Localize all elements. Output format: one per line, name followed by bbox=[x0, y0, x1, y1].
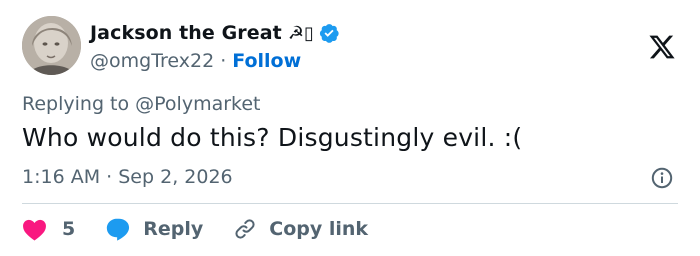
speech-bubble-icon bbox=[107, 218, 130, 241]
reply-button[interactable]: Reply bbox=[105, 217, 203, 241]
tweet-time: 1:16 AM bbox=[22, 166, 101, 188]
replying-to[interactable]: Replying to @Polymarket bbox=[22, 93, 261, 115]
info-icon[interactable] bbox=[650, 166, 674, 190]
author-identity: Jackson the Great ☭▯ @omgTrex22 · Follow bbox=[90, 20, 340, 75]
copy-link-label: Copy link bbox=[269, 218, 369, 240]
tweet-date: Sep 2, 2026 bbox=[118, 166, 233, 188]
like-button[interactable]: 5 bbox=[22, 218, 75, 241]
x-logo-icon[interactable] bbox=[648, 33, 676, 61]
name-emoji: ☭▯ bbox=[287, 22, 314, 44]
action-bar: 5 Reply Copy link bbox=[22, 212, 368, 246]
follow-button[interactable]: Follow bbox=[232, 50, 301, 72]
heart-icon bbox=[23, 219, 46, 241]
copy-link-button[interactable]: Copy link bbox=[233, 217, 368, 241]
timestamp-separator: · bbox=[106, 166, 113, 188]
avatar-portrait-icon bbox=[22, 16, 81, 75]
tweet-header: Jackson the Great ☭▯ @omgTrex22 · Follow bbox=[22, 16, 700, 76]
reply-label: Reply bbox=[143, 218, 204, 240]
avatar[interactable] bbox=[22, 16, 81, 75]
handle-separator: · bbox=[220, 50, 227, 72]
link-icon bbox=[235, 219, 255, 239]
like-count: 5 bbox=[62, 218, 76, 240]
handle[interactable]: @omgTrex22 bbox=[90, 50, 214, 72]
handle-row: @omgTrex22 · Follow bbox=[90, 47, 340, 75]
verified-badge-icon bbox=[318, 22, 340, 44]
display-name[interactable]: Jackson the Great bbox=[90, 22, 282, 44]
tweet-text: Who would do this? Disgustingly evil. :( bbox=[22, 123, 523, 152]
divider bbox=[22, 203, 678, 204]
tweet-timestamp[interactable]: 1:16 AM · Sep 2, 2026 bbox=[22, 166, 233, 188]
name-row: Jackson the Great ☭▯ bbox=[90, 20, 340, 46]
